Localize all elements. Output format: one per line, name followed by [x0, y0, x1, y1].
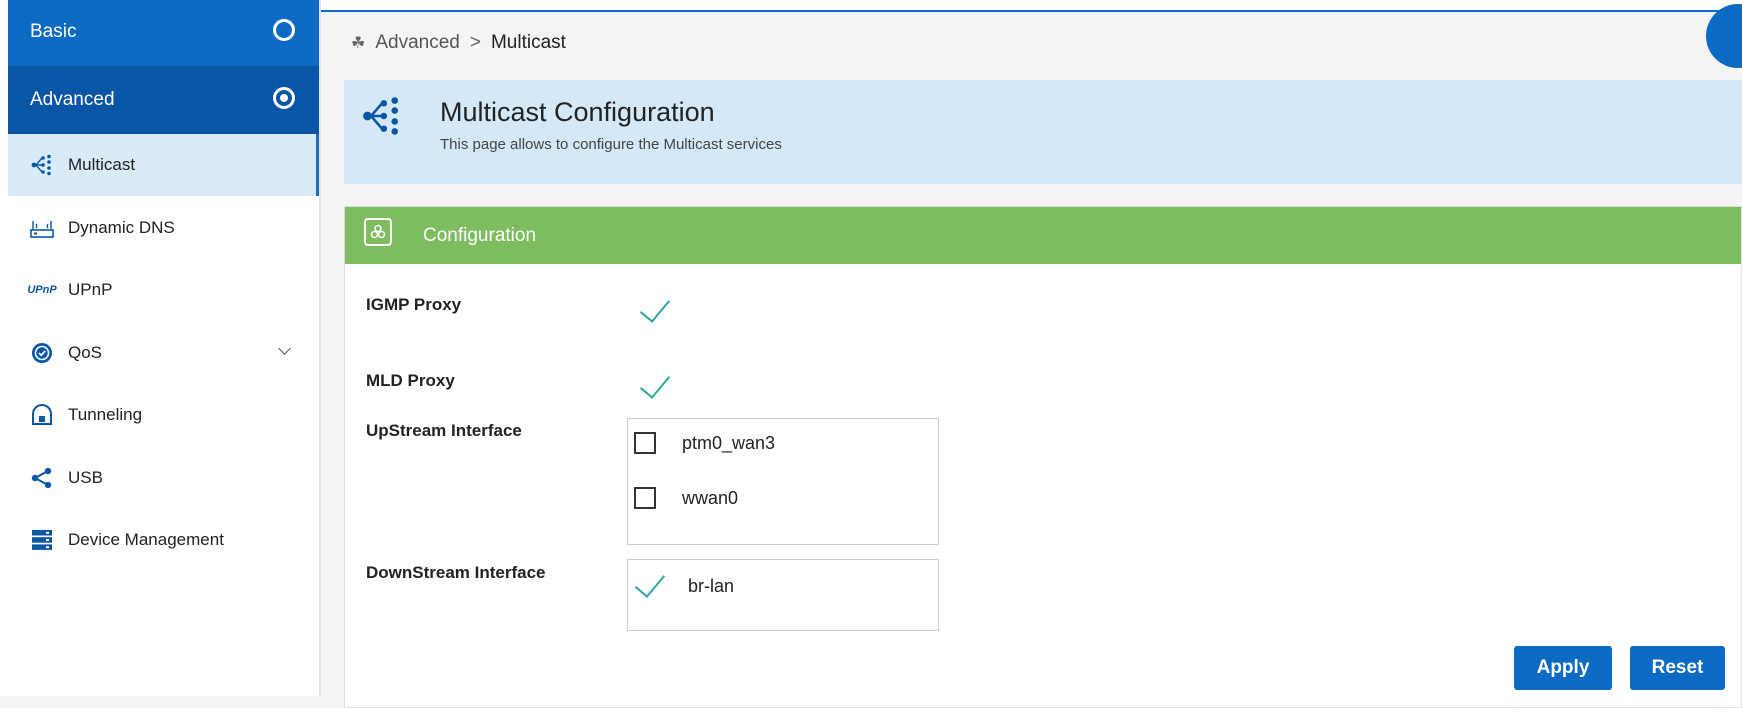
mld-proxy-label: MLD Proxy: [366, 371, 455, 390]
sidebar-item-label: USB: [68, 468, 103, 487]
router-icon: [30, 216, 54, 240]
sidebar-item-usb[interactable]: USB: [8, 447, 319, 509]
top-bar: [321, 0, 1742, 12]
breadcrumb-separator: >: [469, 32, 481, 53]
sidebar-item-tunneling[interactable]: Tunneling: [8, 384, 319, 446]
main-content: ☘ Advanced > Multicast Multicast Configu…: [321, 0, 1742, 708]
server-icon: [30, 528, 54, 552]
sidebar-item-label: UPnP: [68, 280, 113, 299]
page-subtitle: This page allows to configure the Multic…: [440, 136, 782, 153]
tunnel-icon: [30, 403, 54, 427]
avatar[interactable]: [1706, 4, 1742, 68]
home-icon[interactable]: ☘: [351, 33, 365, 53]
upstream-option-label: ptm0_wan3: [682, 432, 776, 453]
upstream-interface-label: UpStream Interface: [366, 421, 522, 440]
breadcrumb: ☘ Advanced > Multicast: [351, 32, 566, 54]
sidebar-section-advanced-label: Advanced: [30, 89, 115, 110]
reset-button[interactable]: Reset: [1630, 646, 1725, 690]
sidebar-item-dynamic-dns[interactable]: Dynamic DNS: [8, 197, 319, 259]
sidebar: Basic Advanced Multicast Dynamic DNS UPn…: [0, 0, 321, 696]
downstream-option-label: br-lan: [688, 575, 735, 596]
ring-icon: [273, 19, 295, 41]
sidebar-section-basic-label: Basic: [30, 21, 77, 42]
sidebar-item-upnp[interactable]: UPnP UPnP: [8, 259, 319, 321]
multicast-icon: [362, 96, 402, 136]
upstream-option-label: wwan0: [682, 487, 739, 508]
sidebar-item-label: Dynamic DNS: [68, 218, 175, 237]
downstream-interface-label: DownStream Interface: [366, 563, 546, 582]
upstream-option-row[interactable]: ptm0_wan3: [634, 432, 775, 454]
upstream-interface-list: ptm0_wan3 wwan0: [627, 418, 939, 545]
sidebar-section-basic[interactable]: Basic: [8, 0, 319, 66]
sidebar-item-label: Device Management: [68, 530, 224, 549]
breadcrumb-parent[interactable]: Advanced: [375, 32, 460, 54]
mld-proxy-checkbox[interactable]: [639, 367, 671, 399]
sidebar-item-label: QoS: [68, 343, 103, 362]
share-icon: [30, 466, 54, 490]
sidebar-item-label: Tunneling: [68, 405, 143, 424]
sidebar-item-label: Multicast: [68, 155, 136, 174]
sidebar-item-multicast[interactable]: Multicast: [8, 134, 319, 196]
upstream-option-checkbox[interactable]: [634, 432, 656, 454]
downstream-option-checkbox[interactable]: [634, 566, 666, 598]
settings-cluster-icon: [364, 218, 392, 246]
upstream-option-checkbox[interactable]: [634, 487, 656, 509]
sidebar-section-advanced[interactable]: Advanced: [8, 66, 319, 134]
configuration-panel-header: Configuration: [345, 207, 1741, 264]
page-header: Multicast Configuration This page allows…: [344, 80, 1742, 184]
sidebar-item-device-management[interactable]: Device Management: [8, 509, 319, 571]
configuration-panel: Configuration IGMP Proxy MLD Proxy UpStr…: [344, 206, 1742, 708]
downstream-option-row[interactable]: br-lan: [634, 566, 735, 600]
sidebar-item-qos[interactable]: QoS: [8, 322, 319, 384]
breadcrumb-current: Multicast: [490, 32, 566, 53]
apply-button[interactable]: Apply: [1514, 646, 1612, 690]
radio-selected-icon: [273, 87, 295, 109]
igmp-proxy-label: IGMP Proxy: [366, 295, 462, 314]
configuration-panel-title: Configuration: [423, 225, 537, 246]
page-title: Multicast Configuration: [440, 97, 715, 127]
downstream-interface-list: br-lan: [627, 559, 939, 631]
qos-badge-icon: [30, 341, 54, 365]
chevron-down-icon[interactable]: [278, 342, 291, 355]
multicast-icon: [30, 153, 54, 177]
igmp-proxy-checkbox[interactable]: [639, 291, 671, 323]
upnp-icon: UPnP: [27, 284, 57, 296]
upstream-option-row[interactable]: wwan0: [634, 487, 738, 509]
